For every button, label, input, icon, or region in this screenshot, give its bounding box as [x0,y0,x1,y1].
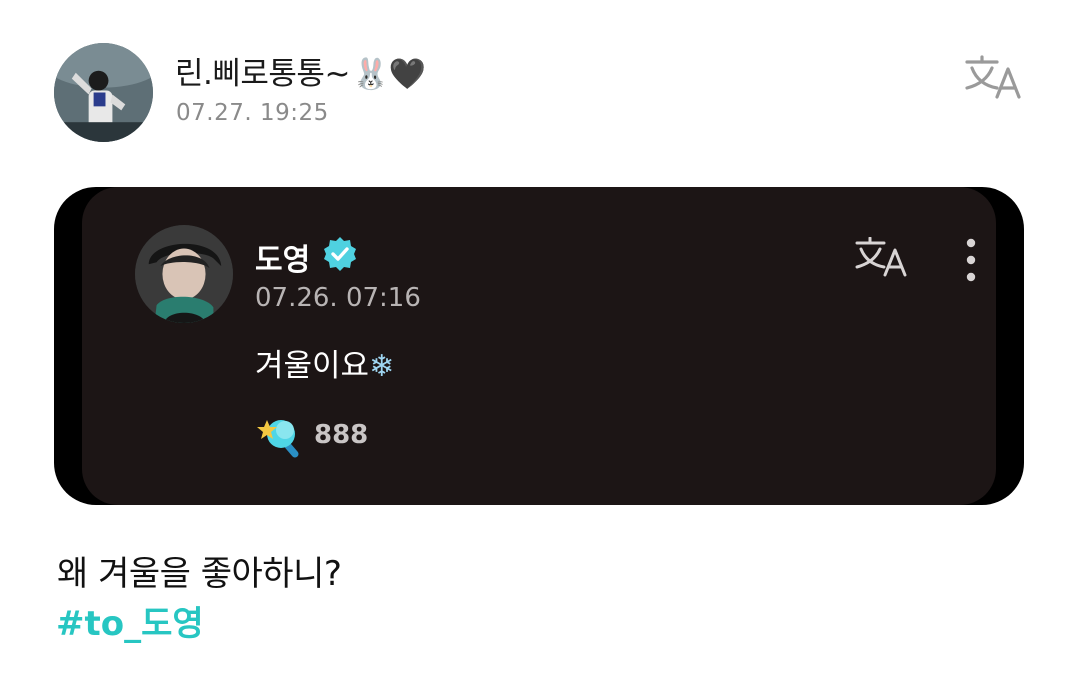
lightstick-icon[interactable] [255,414,303,460]
quoted-author-avatar[interactable] [135,225,233,323]
quoted-text-content: 겨울이요 [255,348,370,384]
author-name-text: 린.삐로통통~ [175,56,350,92]
author-avatar[interactable] [54,43,153,142]
snowflake-icon: ❄ [369,349,395,384]
post-body-text: 왜 겨울을 좋아하니? [57,554,342,594]
hashtag-link[interactable]: #to_도영 [56,596,204,645]
more-vertical-icon[interactable] [964,237,978,283]
verified-badge-icon [324,237,356,271]
quoted-post-card[interactable]: 도영 07.26. 07:16 겨울이요❄ 888 [54,187,1024,505]
quoted-text: 겨울이요❄ [255,340,394,385]
author-avatar-image [54,43,153,142]
translate-icon[interactable] [854,237,910,277]
author-emojis: 🐰🖤 [351,57,426,92]
like-count: 888 [314,420,369,450]
author-name[interactable]: 린.삐로통통~🐰🖤 [175,48,426,93]
quoted-timestamp: 07.26. 07:16 [255,283,421,313]
quoted-post-inner: 도영 07.26. 07:16 겨울이요❄ 888 [82,187,996,505]
translate-icon[interactable] [963,55,1025,99]
post-timestamp: 07.27. 19:25 [176,100,329,126]
quoted-author-name[interactable]: 도영 [255,235,310,279]
post-page: 린.삐로통통~🐰🖤 07.27. 19:25 도영 07.26. 07:16 겨… [0,0,1079,691]
quoted-avatar-image [135,225,233,323]
